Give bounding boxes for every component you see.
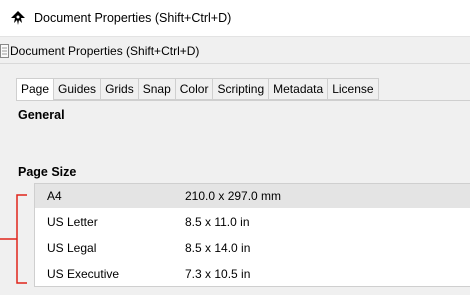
tab-snap[interactable]: Snap [138, 78, 176, 100]
document-icon [0, 44, 9, 58]
document-properties-panel: Page Guides Grids Snap Color Scripting M… [0, 64, 470, 295]
page-size-name: US Letter [47, 215, 98, 229]
inkscape-app-icon [11, 11, 25, 25]
page-size-list: A4 210.0 x 297.0 mm US Letter 8.5 x 11.0… [34, 183, 470, 287]
tab-divider [16, 100, 470, 101]
page-size-row-us-legal[interactable]: US Legal 8.5 x 14.0 in [35, 236, 470, 260]
tab-color[interactable]: Color [175, 78, 214, 100]
window-title: Document Properties (Shift+Ctrl+D) [34, 11, 232, 25]
tab-bar: Page Guides Grids Snap Color Scripting M… [16, 78, 379, 101]
page-size-name: US Legal [47, 241, 97, 255]
tab-license[interactable]: License [328, 78, 379, 100]
dialog-header: Document Properties (Shift+Ctrl+D) [0, 36, 470, 64]
dialog-header-title: Document Properties (Shift+Ctrl+D) [10, 44, 200, 58]
window-titlebar[interactable]: Document Properties (Shift+Ctrl+D) [0, 0, 470, 36]
tab-page[interactable]: Page [16, 78, 55, 101]
tab-guides[interactable]: Guides [54, 78, 102, 100]
tab-metadata[interactable]: Metadata [269, 78, 329, 100]
page-size-row-us-executive[interactable]: US Executive 7.3 x 10.5 in [35, 262, 470, 286]
tab-grids[interactable]: Grids [101, 78, 139, 100]
page-size-dims: 210.0 x 297.0 mm [185, 189, 282, 203]
page-size-row-a4[interactable]: A4 210.0 x 297.0 mm [35, 184, 470, 208]
page-size-dims: 7.3 x 10.5 in [185, 267, 251, 281]
page-size-dims: 8.5 x 14.0 in [185, 241, 251, 255]
page-size-dims: 8.5 x 11.0 in [185, 215, 250, 229]
annotation-bracket [0, 194, 27, 284]
section-page-size-heading: Page Size [18, 165, 77, 179]
page-size-name: US Executive [47, 267, 120, 281]
page-size-row-us-letter[interactable]: US Letter 8.5 x 11.0 in [35, 210, 470, 234]
tab-scripting[interactable]: Scripting [213, 78, 270, 100]
page-size-name: A4 [47, 189, 62, 203]
section-general-heading: General [18, 108, 65, 122]
